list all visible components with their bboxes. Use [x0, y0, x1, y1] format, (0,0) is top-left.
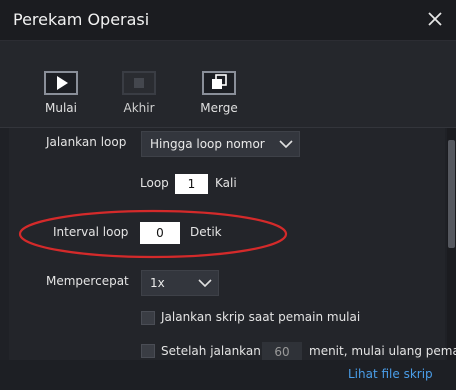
after-run-checkbox[interactable]: [141, 344, 155, 358]
run-loop-select[interactable]: Hingga loop nomor: [141, 131, 300, 157]
after-run-prefix-label: Setelah jalankan: [161, 344, 261, 358]
end-label: Akhir: [123, 101, 155, 115]
start-button[interactable]: Mulai: [31, 71, 91, 115]
chevron-down-icon: [198, 279, 212, 288]
footer-bar: Lihat file skrip: [0, 360, 456, 390]
settings-panel: [9, 128, 445, 360]
merge-label: Merge: [200, 101, 238, 115]
interval-unit-label: Detik: [190, 225, 222, 239]
end-button[interactable]: Akhir: [109, 71, 169, 115]
run-on-start-checkbox[interactable]: [141, 311, 155, 325]
loop-prefix-label: Loop: [140, 176, 169, 190]
close-icon[interactable]: [424, 7, 446, 31]
scrollbar-thumb[interactable]: [448, 140, 455, 248]
run-on-start-label: Jalankan skrip saat pemain mulai: [161, 310, 361, 324]
interval-label: Interval loop: [53, 225, 129, 239]
merge-icon: [202, 71, 236, 95]
play-icon: [44, 71, 78, 95]
speed-select-value: 1x: [150, 276, 165, 290]
speed-select[interactable]: 1x: [141, 270, 219, 296]
window-title: Perekam Operasi: [13, 10, 150, 29]
interval-input[interactable]: 0: [140, 222, 180, 244]
after-run-suffix-label: menit, mulai ulang pemai: [309, 344, 456, 358]
run-loop-select-value: Hingga loop nomor: [150, 137, 265, 151]
loop-suffix-label: Kali: [215, 176, 237, 190]
loop-count-input[interactable]: 1: [175, 174, 208, 194]
toolbar: Mulai Akhir Merge: [0, 41, 456, 128]
speed-label: Mempercepat: [46, 274, 129, 288]
start-label: Mulai: [45, 101, 77, 115]
after-run-minutes-input[interactable]: 60: [262, 342, 302, 362]
run-loop-label: Jalankan loop: [46, 135, 127, 149]
merge-button[interactable]: Merge: [189, 71, 249, 115]
title-bar: Perekam Operasi: [0, 0, 456, 41]
chevron-down-icon: [279, 140, 293, 149]
stop-icon: [122, 71, 156, 95]
view-script-link[interactable]: Lihat file skrip: [348, 367, 433, 381]
scrollbar[interactable]: [447, 128, 456, 360]
